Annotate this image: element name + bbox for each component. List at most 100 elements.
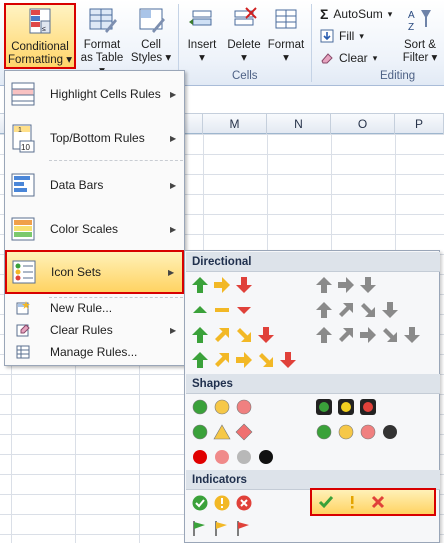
menu-item-label: Manage Rules... [50,345,138,359]
check-circle-green-icon [192,495,208,511]
menu-item-manage-rules[interactable]: Manage Rules... [6,341,184,363]
iconset-4-arrows-gray[interactable] [315,299,399,321]
column-header-n[interactable]: N [267,114,331,134]
menu-item-highlight-cells-rules[interactable]: Highlight Cells Rules ▶ [6,72,184,116]
arrow-up-gray-icon [316,302,332,318]
insert-button[interactable]: Insert ▾ [182,5,222,65]
circle-black-icon [259,450,273,464]
delete-button[interactable]: Delete ▾ [224,5,264,65]
menu-item-top-bottom-rules[interactable]: 1 10 Top/Bottom Rules ▶ [6,116,184,160]
iconset-3-signs[interactable] [191,421,253,443]
arrow-right-gray-icon [338,277,354,293]
menu-item-color-scales[interactable]: Color Scales ▶ [6,207,184,251]
iconset-5-arrows-gray[interactable] [315,324,421,346]
menu-item-label: Clear Rules [50,323,113,337]
arrow-down-right-yellow-icon [237,328,251,342]
conditional-formatting-menu: Highlight Cells Rules ▶ 1 10 Top/Bottom … [4,70,185,366]
delete-dropdown-arrow: ▾ [241,52,247,64]
fill-dropdown-arrow: ▾ [359,30,364,41]
menu-item-label: New Rule... [50,301,113,315]
arrow-up-right-gray-icon [339,303,353,317]
fill-down-icon [320,29,334,43]
iconset-3-symbols-uncircled[interactable] [310,488,436,516]
column-header-p[interactable]: P [395,114,444,134]
iconset-3-flags[interactable] [191,517,253,539]
format-button[interactable]: Format ▾ [266,5,306,65]
clear-button[interactable]: Clear ▾ [320,48,377,68]
triangle-down-red-icon [237,307,251,314]
iconset-3-arrows-gray[interactable] [315,274,377,296]
iconset-red-to-black[interactable] [191,446,275,468]
iconset-3-triangles[interactable] [191,299,253,321]
manage-rules-icon [16,345,30,359]
format-as-table-icon [89,8,117,33]
conditional-formatting-button[interactable]: ≤ Conditional Formatting ▾ [4,3,76,69]
arrow-down-right-gray-icon [361,303,375,317]
format-cells-icon [275,9,297,29]
column-header-m[interactable]: M [203,114,267,134]
arrow-up-green-icon [192,327,208,343]
icon-sets-submenu: Directional Shapes Indicators [184,250,440,543]
format-dropdown-arrow: ▾ [283,52,289,64]
sort-filter-button[interactable]: A Z Sort & Filter ▾ [398,5,442,65]
arrow-right-yellow-icon [236,352,252,368]
arrow-down-gray-icon [360,277,376,293]
iconset-3-symbols-circled[interactable] [191,492,253,514]
iconset-3-traffic-lights-unrimmed[interactable] [191,396,253,418]
shapes-header: Shapes [186,374,440,394]
ribbon-separator [311,4,312,82]
circle-pink-icon [215,450,229,464]
menu-item-data-bars[interactable]: Data Bars ▶ [6,163,184,207]
menu-item-new-rule[interactable]: New Rule... [6,297,184,319]
sort-filter-label-line1: Sort & [404,39,436,51]
arrow-down-right-yellow-icon [259,353,273,367]
cell-styles-button[interactable]: Cell Styles ▾ [128,5,174,65]
traffic-light-red-icon [360,399,376,415]
flag-yellow-icon [215,521,227,536]
cell-styles-icon [139,8,165,33]
autosum-button[interactable]: Σ AutoSum ▾ [320,4,392,24]
circle-red-icon [193,450,207,464]
arrow-down-red-icon [280,352,296,368]
fill-button[interactable]: Fill ▾ [320,26,364,46]
iconset-3-arrows-colored[interactable] [191,274,253,296]
flag-red-icon [237,521,249,536]
circle-green-icon [316,424,332,440]
column-header-o[interactable]: O [331,114,395,134]
format-as-table-button[interactable]: Format as Table ▾ [78,5,126,78]
format-label: Format [267,39,305,51]
iconset-4-arrows-colored[interactable] [191,324,275,346]
svg-text:≤: ≤ [42,26,46,33]
data-bars-icon [11,173,35,197]
checkmark-green-icon [318,496,334,509]
menu-item-icon-sets[interactable]: Icon Sets ▶ [5,250,184,294]
iconset-3-traffic-lights-rimmed[interactable] [315,396,377,418]
indicators-header: Indicators [186,470,440,490]
arrow-up-right-gray-icon [339,328,353,342]
dash-yellow-icon [215,308,229,312]
circle-green-icon [192,399,208,415]
clear-label: Clear [339,51,368,65]
icon-sets-icon [12,260,36,284]
arrow-down-right-gray-icon [383,328,397,342]
fill-label: Fill [339,29,355,43]
menu-item-label: Top/Bottom Rules [50,131,145,145]
delete-label: Delete [227,39,261,51]
arrow-up-right-yellow-icon [215,353,229,367]
iconset-4-traffic-lights[interactable] [315,421,399,443]
conditional-formatting-icon: ≤ [29,8,51,34]
arrow-up-gray-icon [316,277,332,293]
iconset-5-arrows-colored[interactable] [191,349,297,371]
cell-styles-label-line2: Styles ▾ [130,52,172,64]
cells-group-label: Cells [232,70,258,82]
menu-separator [49,160,183,161]
arrow-down-red-icon [258,327,274,343]
submenu-arrow-icon: ▶ [168,267,175,277]
menu-item-clear-rules[interactable]: Clear Rules ▶ [6,319,184,341]
svg-text:1: 1 [18,127,22,134]
highlight-cells-icon [11,82,35,106]
svg-text:Z: Z [408,22,414,33]
traffic-light-yellow-icon [338,399,354,415]
circle-gray-icon [237,450,251,464]
circle-black-icon [383,425,397,439]
